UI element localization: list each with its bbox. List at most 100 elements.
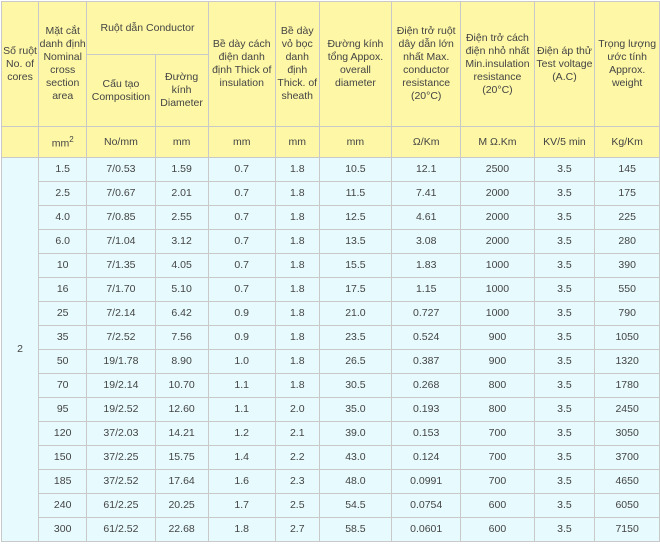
cable-spec-table: Số ruột No. of cores Mặt cắt danh định N… [0,1,660,542]
header-conductor: Ruột dẫn Conductor [86,1,209,55]
table-cell: 185 [38,469,88,494]
unit-insulation-res: M Ω.Km [460,126,535,158]
table-cell: 7/1.70 [86,277,156,302]
table-cell: 2.5 [274,493,320,518]
table-cell: 48.0 [318,469,393,494]
unit-insulation: mm [207,126,276,158]
table-row: 185 37/2.52 17.64 1.6 2.3 48.0 0.0991 700 3.5 465… [2,469,660,494]
table-row: 10 7/1.35 4.05 0.7 1.8 15.5 1.83 1000 3.5 390 [2,253,660,278]
table-cell: 800 [460,397,535,422]
table-cell: 4.05 [154,253,209,278]
table-cell: 20.25 [154,493,209,518]
table-cell: 1.8 [274,229,320,254]
table-cell: 12.5 [318,205,393,230]
table-cell: 0.124 [391,445,462,470]
table-cell: 1.4 [207,445,276,470]
table-cell: 175 [594,181,660,206]
table-cell: 3.5 [533,445,596,470]
table-row: 35 7/2.52 7.56 0.9 1.8 23.5 0.524 900 3.5 1050 [2,325,660,350]
table-cell: 1.6 [207,469,276,494]
table-cell: 0.268 [391,373,462,398]
table-cell: 6.0 [38,229,88,254]
table-cell: 150 [38,445,88,470]
table-cell: 5.10 [154,277,209,302]
table-cell: 25 [38,301,88,326]
table-cell: 600 [460,493,535,518]
table-cell: 1.1 [207,373,276,398]
unit-composition: No/mm [86,126,156,158]
table-cell: 37/2.52 [86,469,156,494]
table-cell: 900 [460,325,535,350]
table-cell: 0.7 [207,229,276,254]
table-cell: 3.5 [533,301,596,326]
table-row: 95 19/2.52 12.60 1.1 2.0 35.0 0.193 800 3.5 2450 [2,397,660,422]
table-cell: 300 [38,517,88,542]
header-weight: Trọng lượng ước tính Approx. weight [594,1,660,127]
table-cell: 70 [38,373,88,398]
table-row: 4.0 7/0.85 2.55 0.7 1.8 12.5 4.61 2000 3.5 225 [2,205,660,230]
table-cell: 61/2.25 [86,493,156,518]
table-cell: 13.5 [318,229,393,254]
table-cell: 0.7 [207,205,276,230]
table-cell: 3.5 [533,229,596,254]
table-cell: 22.68 [154,517,209,542]
table-cell: 1.8 [274,349,320,374]
table-row: 50 19/1.78 8.90 1.0 1.8 26.5 0.387 900 3.5 1320 [2,349,660,374]
table-row: 25 7/2.14 6.42 0.9 1.8 21.0 0.727 1000 3.5 790 [2,301,660,326]
unit-diameter: mm [154,126,209,158]
table-cell: 6050 [594,493,660,518]
table-cell: 2.01 [154,181,209,206]
unit-cross-section: mm2 [38,126,88,158]
table-cell: 790 [594,301,660,326]
table-row: 300 61/2.52 22.68 1.8 2.7 58.5 0.0601 600 3.5 715… [2,517,660,542]
table-cell: 1.0 [207,349,276,374]
table-cell: 0.7 [207,253,276,278]
table-cell: 1.2 [207,421,276,446]
table-row: 16 7/1.70 5.10 0.7 1.8 17.5 1.15 1000 3.5 550 [2,277,660,302]
table-cell: 2.55 [154,205,209,230]
table-cell: 12.1 [391,157,462,182]
table-cell: 700 [460,469,535,494]
table-cell: 2450 [594,397,660,422]
table-cell: 3.5 [533,205,596,230]
table-cell: 39.0 [318,421,393,446]
table-cell: 900 [460,349,535,374]
header-cross-section: Mặt cắt danh định Nominal cross section … [38,1,88,127]
table-cell: 7/2.52 [86,325,156,350]
table-cell: 19/1.78 [86,349,156,374]
table-cell: 225 [594,205,660,230]
header-overall-diameter: Đường kính tổng Appox. overall diameter [318,1,393,127]
table-row: 150 37/2.25 15.75 1.4 2.2 43.0 0.124 700 3.5 3700 [2,445,660,470]
table-cell: 1.8 [274,253,320,278]
table-cell: 26.5 [318,349,393,374]
table-cell: 145 [594,157,660,182]
table-cell: 0.387 [391,349,462,374]
table-cell: 0.0991 [391,469,462,494]
table-cell: 0.193 [391,397,462,422]
table-cell: 7.41 [391,181,462,206]
table-row: 2 1.5 7/0.53 1.59 0.7 1.8 10.5 12.1 2500 3.5 145 [0,157,660,542]
table-cell: 4.0 [38,205,88,230]
table-cell: 0.9 [207,325,276,350]
table-cell: 2.1 [274,421,320,446]
table-cell: 1320 [594,349,660,374]
table-cell: 2000 [460,181,535,206]
table-cell: 0.153 [391,421,462,446]
table-cell: 54.5 [318,493,393,518]
table-cell: 3.12 [154,229,209,254]
table-cell: 0.9 [207,301,276,326]
table-row: 70 19/2.14 10.70 1.1 1.8 30.5 0.268 800 3.5 1780 [2,373,660,398]
table-cell: 95 [38,397,88,422]
table-cell: 280 [594,229,660,254]
header-max-resistance: Điện trở ruột dây dẫn lớn nhất Max. cond… [391,1,462,127]
table-cell: 3.5 [533,469,596,494]
table-cell: 3.5 [533,349,596,374]
table-cell: 10 [38,253,88,278]
table-cell: 240 [38,493,88,518]
table-cell: 19/2.52 [86,397,156,422]
table-cell: 3.5 [533,421,596,446]
table-cell: 0.7 [207,157,276,182]
table-cell: 7/0.85 [86,205,156,230]
table-row: 240 61/2.25 20.25 1.7 2.5 54.5 0.0754 600 3.5 605… [2,493,660,518]
table-cell: 700 [460,421,535,446]
